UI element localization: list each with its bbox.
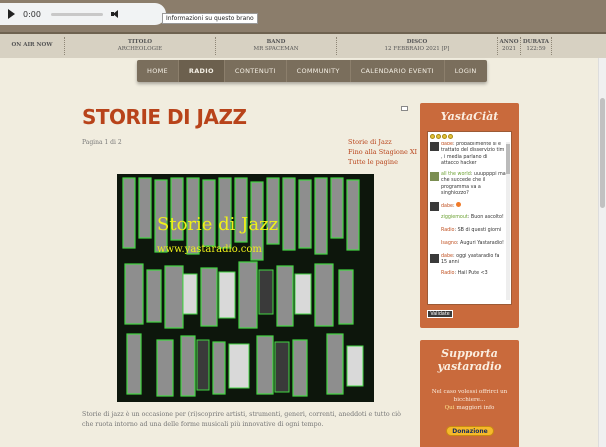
track-info-tooltip: Informazioni su questo brano: [162, 13, 258, 24]
now-playing-bar: ON AIR NOW TITOLO ARCHEOLOGIE BAND MR SP…: [0, 32, 606, 58]
chat-user[interactable]: Radio: [441, 271, 454, 276]
chat-user[interactable]: all the world: [441, 172, 471, 177]
chat-panel: dabe: probabilmente si è trattato del di…: [427, 131, 512, 305]
support-link-info[interactable]: maggiori info: [456, 405, 494, 411]
chat-message: Radio: SB di questi giorni: [430, 227, 506, 237]
chat-message: dabe:: [430, 201, 506, 211]
durata-value: 122:59: [526, 46, 546, 52]
on-air-cell: ON AIR NOW: [0, 34, 64, 58]
toc-link-fino-alla-stagione[interactable]: Fino alla Stagione XI: [348, 148, 417, 158]
avatar: [430, 270, 439, 280]
article-image: Storie di Jazz www.yastaradio.com: [117, 174, 374, 402]
avatar: [430, 201, 439, 211]
play-icon[interactable]: [8, 9, 15, 19]
smiley-icon[interactable]: [436, 134, 441, 139]
avatar: [430, 240, 439, 250]
article-body: Storie di jazz è un occasione per (ri)sc…: [82, 411, 401, 429]
playback-time: 0:00: [23, 9, 41, 19]
smiley-bar: [430, 134, 453, 139]
support-link-qui[interactable]: Qui: [445, 405, 455, 411]
chat-text: Buon ascolto!: [470, 214, 504, 220]
support-text: Nel caso volessi offrirci un bicchiere..…: [424, 388, 515, 412]
title-label: TITOLO: [127, 38, 153, 45]
nav-item-community[interactable]: COMMUNITY: [287, 60, 351, 82]
avatar: [430, 253, 439, 263]
page-indicator: Pagina 1 di 2: [82, 139, 122, 146]
chat-user[interactable]: ziggiemout: [441, 215, 468, 220]
smiley-icon: [456, 201, 462, 207]
disco-value: 12 FEBBRAIO 2021 [P]: [384, 46, 450, 52]
toc-link-storie-di-jazz[interactable]: Storie di Jazz: [348, 138, 417, 148]
band-cell: BAND MR SPACEMAN: [216, 34, 336, 58]
avatar: [430, 142, 439, 151]
avatar: [430, 214, 439, 224]
disco-label: DISCO: [406, 38, 428, 45]
chat-text: Hail Pute <3: [457, 270, 488, 276]
article-toc: Storie di Jazz Fino alla Stagione XI Tut…: [348, 138, 417, 167]
page-content: HOME RADIO CONTENUTI COMMUNITY CALENDARI…: [0, 58, 598, 447]
nav-item-home[interactable]: HOME: [137, 60, 179, 82]
band-value: MR SPACEMAN: [253, 46, 299, 52]
durata-label: DURATA: [522, 38, 550, 45]
chat-message: all the world: uuuppppi ma che succede c…: [430, 171, 506, 198]
scrollbar-thumb[interactable]: [600, 98, 605, 208]
volume-icon[interactable]: [110, 9, 123, 19]
piano-keys-graphic: [117, 174, 374, 402]
main-nav: HOME RADIO CONTENUTI COMMUNITY CALENDARI…: [137, 60, 487, 82]
nav-item-radio[interactable]: RADIO: [178, 60, 225, 82]
donate-button[interactable]: Donazione: [446, 426, 494, 436]
chat-message: dabe: oggi yastaradio fa 15 anni: [430, 253, 506, 267]
smiley-icon[interactable]: [430, 134, 435, 139]
chat-message: ziggiemout: Buon ascolto!: [430, 214, 506, 224]
audio-player[interactable]: 0:00: [0, 3, 166, 25]
chat-scrollbar[interactable]: [506, 142, 510, 300]
toc-link-tutte-le-pagine[interactable]: Tutte le pagine: [348, 158, 417, 168]
chat-user[interactable]: Isagno: [441, 241, 457, 246]
chat-user[interactable]: dabe: [441, 142, 453, 147]
chat-user[interactable]: dabe: [441, 204, 453, 209]
chat-message: Radio: Hail Pute <3: [430, 270, 506, 280]
band-label: BAND: [266, 38, 286, 45]
nav-item-calendario-eventi[interactable]: CALENDARIO EVENTI: [351, 60, 445, 82]
chat-widget: YastaCiàt dabe: probabilmente si è tratt…: [420, 103, 519, 328]
validate-badge[interactable]: Validate: [427, 310, 453, 318]
durata-cell: DURATA 122:59: [521, 34, 551, 58]
support-text-line1: Nel caso volessi offrirci un: [431, 389, 508, 395]
support-widget: Supporta yastaradio Nel caso volessi off…: [420, 340, 519, 447]
chat-user[interactable]: dabe: [441, 254, 453, 259]
title-value: ARCHEOLOGIE: [117, 46, 163, 52]
avatar: [430, 171, 439, 181]
anno-label: ANNO: [499, 38, 519, 45]
chat-messages: dabe: probabilmente si è trattato del di…: [430, 142, 506, 300]
email-icon[interactable]: [401, 106, 408, 111]
avatar: [430, 227, 439, 237]
audio-bar: 0:00 Informazioni su questo brano: [0, 0, 606, 32]
chat-message: Isagno: Auguri Yastaradio!: [430, 240, 506, 250]
image-caption-url: www.yastaradio.com: [157, 244, 262, 255]
page-title: STORIE DI JAZZ: [82, 105, 247, 129]
chat-message: dabe: probabilmente si è trattato del di…: [430, 142, 506, 168]
anno-value: 2021: [502, 46, 516, 52]
support-title-line2: yastaradio: [437, 359, 502, 373]
progress-slider[interactable]: [50, 12, 103, 16]
chat-user[interactable]: Radio: [441, 228, 454, 233]
anno-cell: ANNO 2021: [498, 34, 520, 58]
support-title-line1: Supporta: [441, 347, 498, 360]
support-title: Supporta yastaradio: [420, 347, 519, 373]
chat-text: SB di questi giorni: [457, 227, 502, 233]
disco-cell: DISCO 12 FEBBRAIO 2021 [P]: [337, 34, 497, 58]
title-cell: TITOLO ARCHEOLOGIE: [65, 34, 215, 58]
support-text-line2: bicchiere...: [453, 397, 486, 404]
smiley-icon[interactable]: [448, 134, 453, 139]
chat-title: YastaCiàt: [440, 110, 499, 123]
nav-item-login[interactable]: LOGIN: [445, 60, 487, 82]
nav-item-contenuti[interactable]: CONTENUTI: [225, 60, 287, 82]
smiley-icon[interactable]: [442, 134, 447, 139]
on-air-label: ON AIR NOW: [11, 42, 53, 49]
page-scrollbar[interactable]: [598, 58, 606, 447]
image-caption-title: Storie di Jazz: [157, 214, 279, 235]
chat-text: Auguri Yastaradio!: [460, 240, 504, 246]
